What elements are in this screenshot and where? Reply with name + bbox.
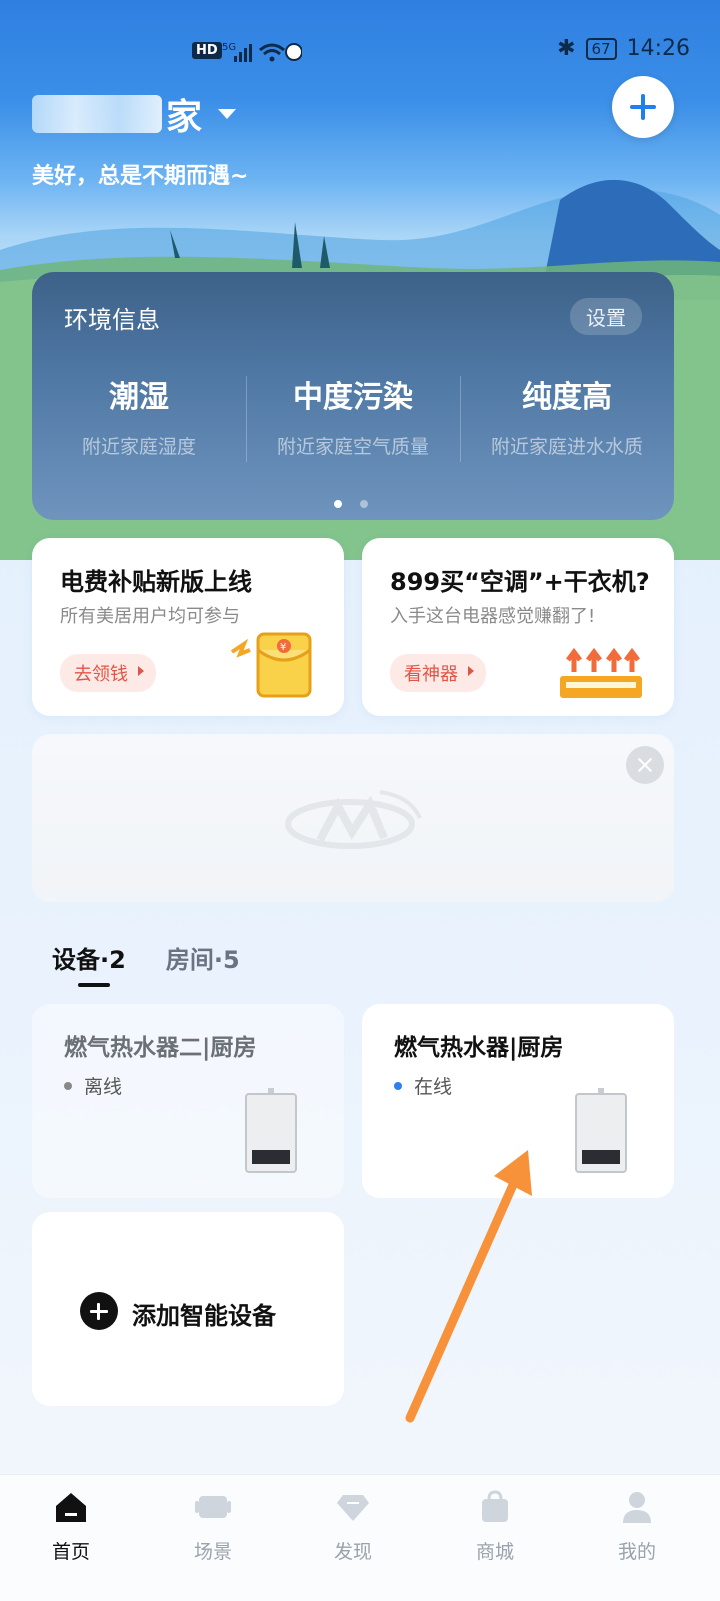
environment-settings-button[interactable]: 设置 (570, 298, 642, 335)
plus-circle-icon (80, 1292, 118, 1330)
caret-down-icon (218, 109, 237, 119)
add-button[interactable] (612, 76, 674, 138)
nav-label: 发现 (333, 1541, 372, 1563)
add-device-card[interactable]: 添加智能设备 (32, 1212, 344, 1406)
nav-label: 场景 (193, 1541, 232, 1563)
profile-icon (623, 1492, 651, 1523)
environment-value: 中度污染 (293, 380, 413, 415)
heating-appliance-icon (560, 647, 642, 698)
device-room-tabs: 设备·2 房间·5 (52, 940, 240, 987)
brand-logo-icon (285, 790, 422, 849)
signal-wifi-icon: 5G (222, 42, 302, 62)
blurred-home-name (32, 95, 162, 133)
promo-button[interactable]: 去领钱 (60, 654, 156, 692)
shop-bag-icon (482, 1490, 508, 1522)
device-status-label: 在线 (414, 1076, 453, 1098)
environment-desc: 附近家庭进水水质 (490, 436, 643, 458)
home-icon (56, 1493, 86, 1522)
home-selector[interactable]: 家 (32, 88, 237, 140)
scene-icon (195, 1496, 231, 1518)
environment-value: 潮湿 (109, 380, 169, 415)
promo-card-subsidy[interactable]: 电费补贴新版上线 所有美居用户均可参与 去领钱 ¥ (32, 538, 344, 716)
bottom-navigation: 首页 场景 发现 商城 我的 (0, 1474, 720, 1601)
environment-item-air: 中度污染 附近家庭空气质量 (246, 372, 460, 462)
carousel-dots (334, 500, 368, 508)
environment-item-humidity: 潮湿 附近家庭湿度 (32, 372, 246, 458)
home-name: 家 (166, 97, 203, 138)
discover-icon (337, 1495, 369, 1521)
environment-card[interactable]: 环境信息 设置 潮湿 附近家庭湿度 中度污染 附近家庭空气质量 纯度高 附近家庭… (32, 272, 674, 520)
status-bar: HD 5G ✱ 67 14:26 (0, 36, 720, 72)
carousel-dot (360, 500, 368, 508)
water-heater-icon (245, 1088, 297, 1173)
annotation-arrow-icon (405, 1150, 532, 1423)
nav-label: 我的 (617, 1541, 656, 1563)
environment-title: 环境信息 (64, 306, 160, 334)
environment-desc: 附近家庭空气质量 (276, 436, 429, 458)
environment-value: 纯度高 (522, 380, 612, 415)
device-status: 离线 (64, 1072, 122, 1099)
device-status: 在线 (394, 1072, 452, 1099)
environment-item-water: 纯度高 附近家庭进水水质 (460, 372, 674, 462)
red-envelope-icon: ¥ (230, 632, 312, 698)
nav-item-shop[interactable]: 商城 (450, 1489, 540, 1564)
promo-subtitle: 所有美居用户均可参与 (60, 606, 240, 627)
close-icon[interactable] (626, 746, 664, 784)
promo-title: 电费补贴新版上线 (60, 568, 252, 596)
device-status-label: 离线 (84, 1076, 123, 1098)
hd-indicator: HD (192, 42, 222, 59)
nav-item-scene[interactable]: 场景 (168, 1489, 258, 1564)
network-type: 5G (222, 42, 236, 53)
status-dot-offline (64, 1081, 72, 1090)
nav-item-discover[interactable]: 发现 (308, 1489, 398, 1564)
nav-label: 首页 (51, 1541, 90, 1563)
device-name: 燃气热水器二|厨房 (64, 1035, 257, 1061)
add-device-label: 添加智能设备 (132, 1302, 276, 1330)
environment-desc: 附近家庭湿度 (81, 436, 196, 458)
banner-placeholder[interactable] (32, 734, 674, 902)
nav-item-home[interactable]: 首页 (26, 1489, 116, 1564)
svg-text:¥: ¥ (280, 642, 286, 653)
battery-indicator: 67 (585, 37, 617, 60)
promo-card-appliance[interactable]: 899买“空调”+干衣机? 入手这台电器感觉赚翻了! 看神器 (362, 538, 674, 716)
bluetooth-icon: ✱ (557, 36, 576, 61)
clock: 14:26 (626, 36, 690, 61)
water-heater-icon (575, 1088, 627, 1173)
tab-rooms[interactable]: 房间·5 (166, 940, 240, 987)
slogan: 美好，总是不期而遇~ (32, 164, 249, 189)
promo-button[interactable]: 看神器 (390, 654, 486, 692)
tab-devices[interactable]: 设备·2 (52, 940, 126, 987)
carousel-dot-active (334, 500, 342, 508)
nav-item-profile[interactable]: 我的 (592, 1489, 682, 1564)
device-card-heater-2[interactable]: 燃气热水器二|厨房 离线 (32, 1004, 344, 1198)
promo-title: 899买“空调”+干衣机? (390, 568, 650, 596)
device-name: 燃气热水器|厨房 (394, 1035, 564, 1061)
nav-label: 商城 (475, 1541, 514, 1563)
status-dot-online (394, 1081, 402, 1090)
promo-subtitle: 入手这台电器感觉赚翻了! (390, 606, 596, 627)
